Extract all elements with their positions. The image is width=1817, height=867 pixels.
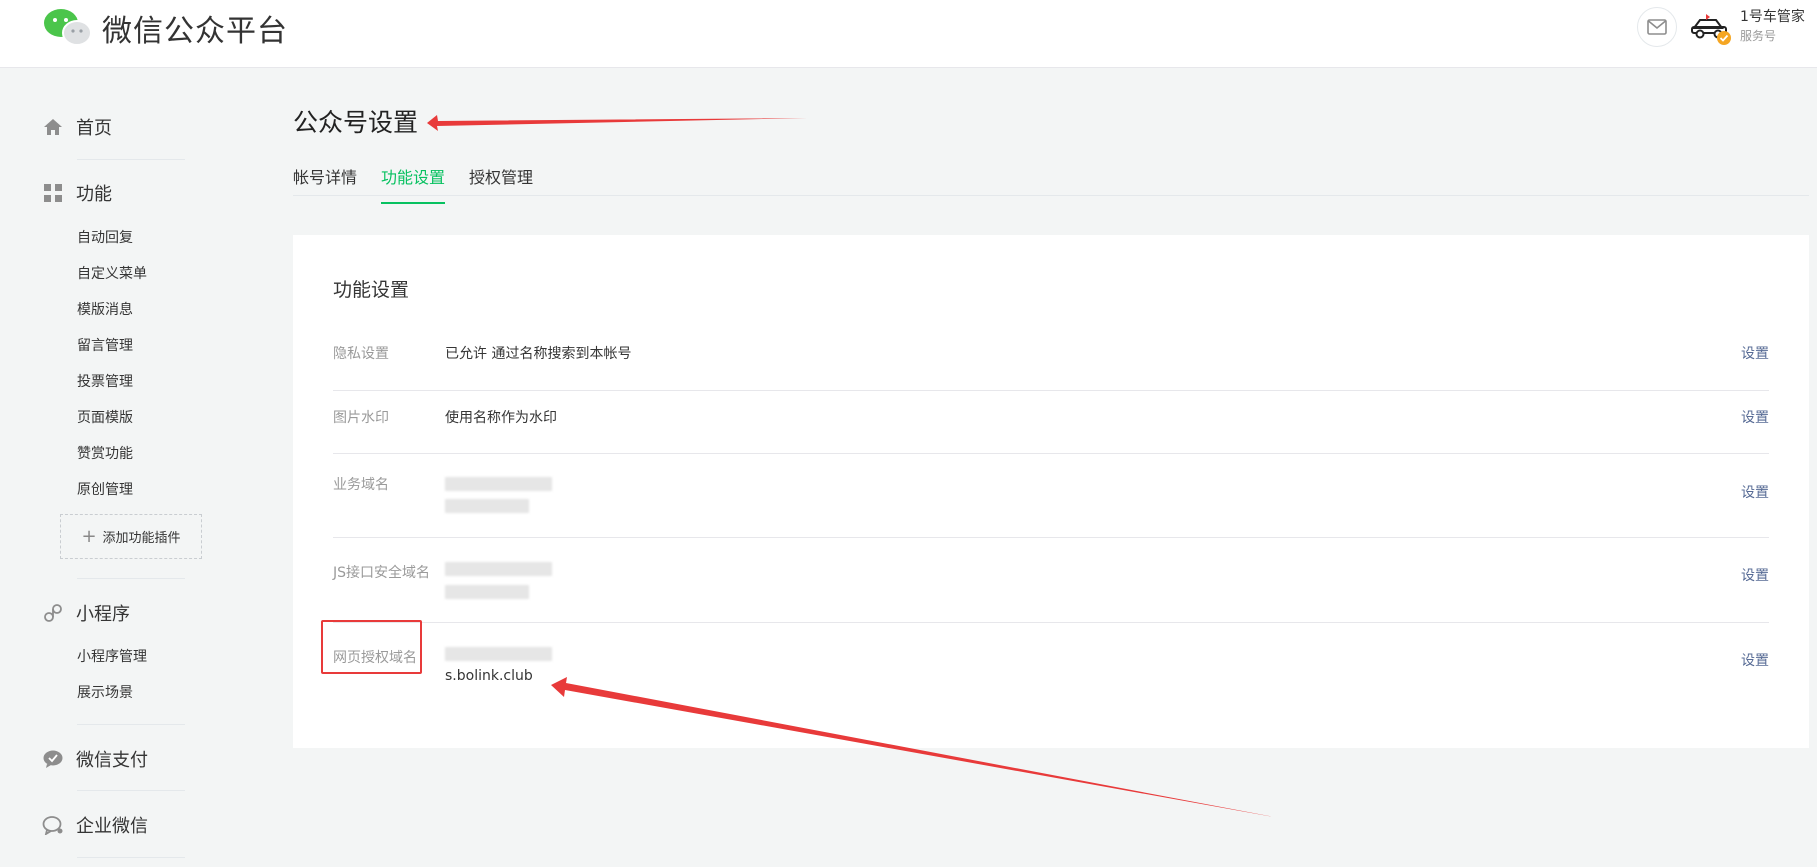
row-value: 使用名称作为水印 <box>445 410 557 426</box>
top-header: 微信公众平台 1号车管家 服务号 <box>0 0 1817 68</box>
sidebar-item-miniprogram-manage[interactable]: 小程序管理 <box>77 646 147 666</box>
sidebar-divider <box>77 724 185 725</box>
settings-tabs: 帐号详情 功能设置 授权管理 <box>293 150 1809 204</box>
redacted-domain <box>445 562 552 576</box>
platform-title[interactable]: 微信公众平台 <box>102 6 288 50</box>
wechat-pay-icon <box>42 748 64 770</box>
watermark-settings-link[interactable]: 设置 <box>1741 407 1769 427</box>
sidebar-item-template-message[interactable]: 模版消息 <box>77 299 133 319</box>
redacted-domain <box>445 499 529 513</box>
car-avatar-icon[interactable] <box>1690 8 1734 48</box>
sidebar-item-showcase[interactable]: 展示场景 <box>77 682 133 702</box>
sidebar-item-voting[interactable]: 投票管理 <box>77 371 133 391</box>
business-domain-settings-link[interactable]: 设置 <box>1741 482 1769 502</box>
sidebar-item-home[interactable]: 首页 <box>42 114 112 140</box>
js-domain-settings-link[interactable]: 设置 <box>1741 565 1769 585</box>
sidebar-item-label: 微信支付 <box>76 750 148 771</box>
sidebar-divider <box>77 857 185 858</box>
sidebar-item-auto-reply[interactable]: 自动回复 <box>77 227 133 247</box>
tab-account-details[interactable]: 帐号详情 <box>293 164 357 202</box>
add-plugin-button[interactable]: + 添加功能插件 <box>60 514 202 559</box>
sidebar-item-wechat-pay[interactable]: 微信支付 <box>42 746 148 772</box>
sidebar-item-label: 企业微信 <box>76 816 148 837</box>
row-value: 已允许 通过名称搜索到本帐号 <box>445 346 632 362</box>
sidebar-item-reward[interactable]: 赞赏功能 <box>77 443 133 463</box>
sidebar-group-label: 功能 <box>76 184 112 205</box>
mail-button[interactable] <box>1637 7 1677 47</box>
add-plugin-label: 添加功能插件 <box>102 531 181 546</box>
wechat-logo-icon[interactable] <box>42 6 94 48</box>
settings-row-privacy: 隐私设置 已允许 通过名称搜索到本帐号 设置 <box>333 329 1769 391</box>
page-title: 公众号设置 <box>293 108 419 137</box>
oauth-domain-value: s.bolink.club <box>445 668 533 684</box>
sidebar-divider <box>77 159 185 160</box>
card-title: 功能设置 <box>333 279 410 301</box>
row-label: JS接口安全域名 <box>333 565 431 581</box>
plus-icon: + <box>81 525 97 547</box>
miniprogram-icon <box>42 602 64 624</box>
settings-row-business-domain: 业务域名 设置 <box>333 454 1769 538</box>
row-label: 图片水印 <box>333 410 389 426</box>
oauth-domain-settings-link[interactable]: 设置 <box>1741 650 1769 670</box>
sidebar-divider <box>77 790 185 791</box>
wework-icon <box>42 814 64 836</box>
redacted-domain <box>445 585 529 599</box>
sidebar-divider <box>77 578 185 579</box>
annotation-arrow-title <box>427 115 807 131</box>
sidebar-item-label: 首页 <box>76 118 112 139</box>
account-type: 服务号 <box>1740 29 1777 43</box>
sidebar-item-page-template[interactable]: 页面模版 <box>77 407 133 427</box>
settings-row-js-domain: JS接口安全域名 设置 <box>333 538 1769 623</box>
privacy-settings-link[interactable]: 设置 <box>1741 343 1769 363</box>
settings-row-oauth-domain: 网页授权域名 s.bolink.club 设置 <box>333 623 1769 707</box>
sidebar-item-comments[interactable]: 留言管理 <box>77 335 133 355</box>
settings-row-watermark: 图片水印 使用名称作为水印 设置 <box>333 391 1769 454</box>
sidebar-group-miniprogram[interactable]: 小程序 <box>42 600 130 626</box>
redacted-domain <box>445 477 552 491</box>
home-icon <box>42 116 64 138</box>
account-name[interactable]: 1号车管家 <box>1740 6 1805 26</box>
sidebar-item-custom-menu[interactable]: 自定义菜单 <box>77 263 147 283</box>
annotation-highlight-box <box>321 620 422 674</box>
feature-settings-card: 功能设置 隐私设置 已允许 通过名称搜索到本帐号 设置 图片水印 使用名称作为水… <box>293 235 1809 748</box>
tab-feature-settings[interactable]: 功能设置 <box>381 164 446 204</box>
sidebar-group-label: 小程序 <box>76 604 130 625</box>
tab-authorization[interactable]: 授权管理 <box>469 164 533 202</box>
redacted-domain <box>445 647 552 661</box>
row-label: 业务域名 <box>333 477 389 493</box>
row-label: 隐私设置 <box>333 346 389 362</box>
sidebar-group-features[interactable]: 功能 <box>42 180 112 206</box>
mail-icon <box>1647 19 1667 35</box>
sidebar-item-wework[interactable]: 企业微信 <box>42 812 148 838</box>
grid-icon <box>42 182 64 204</box>
sidebar-item-original[interactable]: 原创管理 <box>77 479 133 499</box>
